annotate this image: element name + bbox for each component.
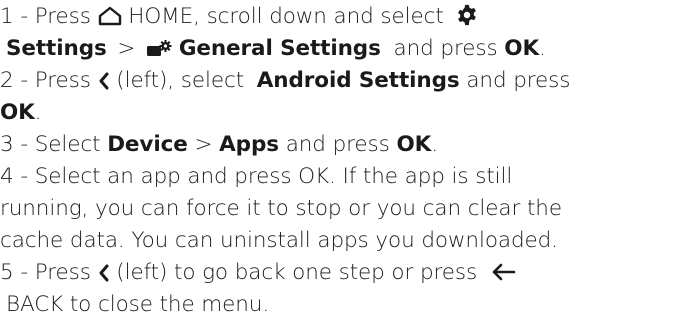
step-1-number: 1 -: [0, 4, 35, 29]
instructions-document: 1 - Press HOME, scroll down and select S…: [0, 0, 673, 334]
apps-label: Apps: [219, 132, 279, 157]
step-4-line-1: 4 - Select an app and press OK. If the a…: [0, 162, 512, 192]
step-2-press: Press: [34, 68, 91, 93]
step-3-select: Select: [34, 132, 101, 157]
step-4-line-3: cache data. You can uninstall apps you d…: [0, 226, 558, 256]
step-5-left-text: (left) to go back one step or press: [116, 260, 478, 285]
step-3-number: 3 -: [0, 132, 35, 157]
settings-label: Settings: [6, 36, 107, 61]
step-3-end: .: [431, 132, 438, 157]
step-2-number: 2 -: [0, 68, 35, 93]
ok-key: OK: [504, 36, 540, 61]
arrow-left-icon: [490, 262, 516, 282]
tv-settings-icon: [146, 40, 172, 58]
step-2-end: .: [34, 100, 42, 125]
step-2-line-1: 2 - Press (left), select Android Setting…: [0, 66, 570, 96]
ok-key: OK: [396, 132, 432, 157]
device-label: Device: [107, 132, 188, 157]
home-icon: [98, 6, 122, 26]
gear-icon: [456, 4, 478, 26]
step-3-line-1: 3 - Select Device > Apps and press OK.: [0, 130, 438, 160]
step-5-press: Press: [34, 260, 91, 285]
step-4-line-2: running, you can force it to stop or you…: [0, 194, 562, 224]
step-1-line-2: Settings > General Settings and press OK…: [0, 34, 546, 64]
android-settings-label: Android Settings: [256, 68, 460, 93]
breadcrumb-separator: >: [117, 36, 136, 61]
step-1-end: .: [539, 36, 546, 61]
general-settings-label: General Settings: [178, 36, 381, 61]
breadcrumb-separator: >: [194, 132, 213, 157]
step-3-and-press: and press: [285, 132, 390, 157]
step-2-left-text: (left), select: [116, 68, 245, 93]
step-4-text-1: 4 - Select an app and press OK. If the a…: [0, 164, 513, 189]
step-4-text-2: running, you can force it to stop or you…: [0, 196, 562, 221]
step-1-line-1: 1 - Press HOME, scroll down and select: [0, 2, 478, 32]
step-1-home-label: HOME, scroll down and select: [128, 4, 444, 29]
step-5-line-2: BACK to close the menu.: [0, 290, 269, 320]
step-1-and-press: and press: [393, 36, 498, 61]
step-4-text-3: cache data. You can uninstall apps you d…: [0, 228, 558, 253]
step-2-line-2: OK.: [0, 98, 42, 128]
chevron-left-icon: [98, 72, 110, 90]
step-5-back-text: BACK to close the menu.: [6, 292, 270, 317]
ok-key: OK: [0, 100, 35, 125]
step-1-press: Press: [34, 4, 91, 29]
chevron-left-icon: [98, 264, 110, 282]
step-5-number: 5 -: [0, 260, 35, 285]
step-2-and-press: and press: [466, 68, 571, 93]
step-5-line-1: 5 - Press (left) to go back one step or …: [0, 258, 516, 288]
